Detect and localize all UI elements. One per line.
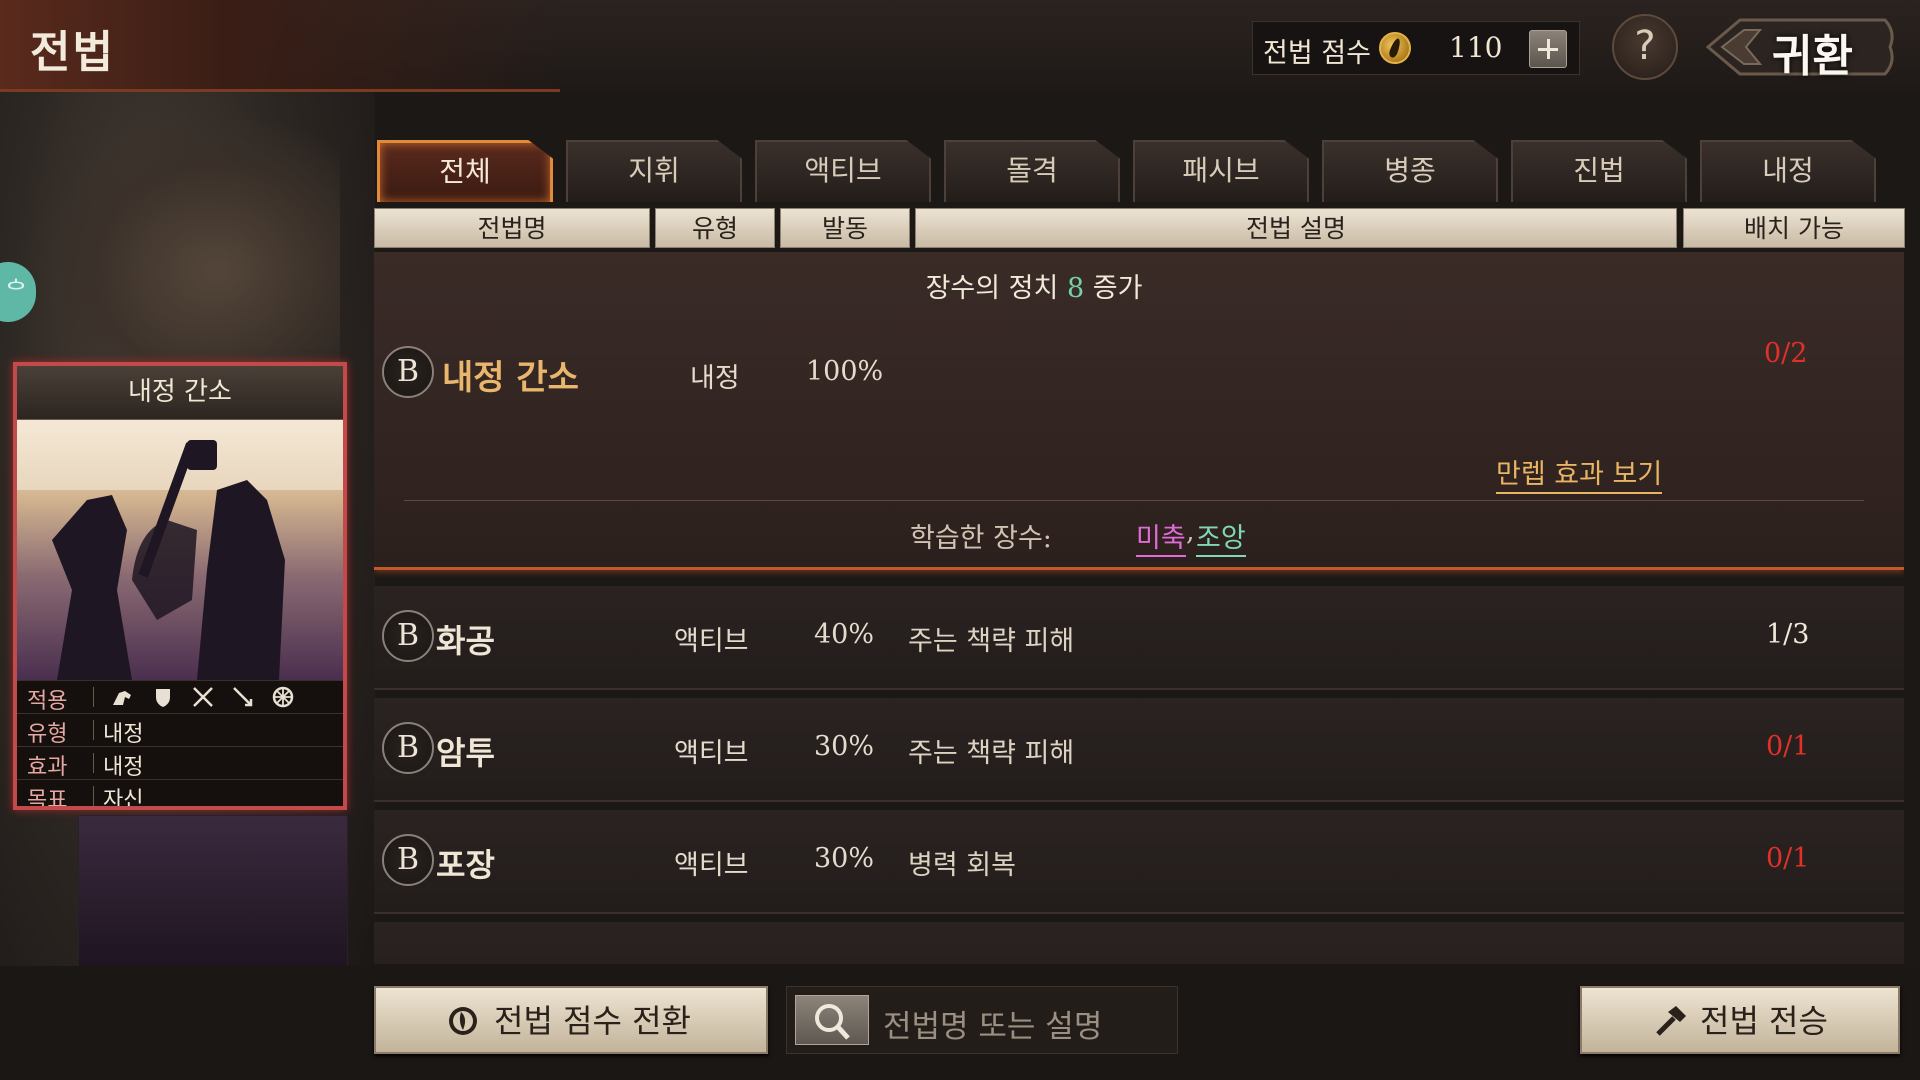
tab-command[interactable]: 지휘 [566, 140, 742, 202]
score-box: 전법 점수 110 [1252, 21, 1580, 75]
convert-score-label: 전법 점수 전환 [494, 1002, 691, 1040]
grade-badge: B [382, 610, 434, 662]
page-title: 전법 [30, 27, 115, 78]
hammer-icon [1656, 1006, 1686, 1036]
column-deployable-header[interactable]: 배치 가능 [1683, 208, 1905, 248]
back-button[interactable]: 귀환 [1700, 12, 1900, 82]
top-bar: 전법 전법 점수 110 ? 귀환 [0, 0, 1920, 92]
archer-icon [233, 687, 253, 707]
desc-prefix: 장수의 정치 [925, 273, 1059, 304]
help-button[interactable]: ? [1612, 14, 1678, 80]
convert-score-button[interactable]: 전법 점수 전환 [374, 986, 768, 1054]
stat-type-label: 유형 [27, 722, 68, 747]
tab-formation[interactable]: 진법 [1511, 140, 1687, 202]
inherit-skill-label: 전법 전승 [1700, 1002, 1828, 1040]
skill-rate: 30% [814, 843, 875, 874]
stat-row-target: 목표 자신 [17, 779, 343, 810]
score-value: 110 [1449, 31, 1503, 64]
learned-separator: , [1186, 516, 1195, 547]
crossed-swords-icon [193, 687, 213, 707]
skill-type: 액티브 [674, 626, 749, 657]
search-box[interactable]: 전법명 또는 설명 [786, 986, 1178, 1054]
stat-row-apply: 적용 [17, 680, 343, 714]
inherit-skill-button[interactable]: 전법 전승 [1580, 986, 1900, 1054]
score-label: 전법 점수 [1263, 38, 1371, 69]
stat-type-value: 내정 [103, 722, 144, 747]
skill-row[interactable]: B 포장 액티브 30% 병력 회복 0/1 [374, 810, 1904, 914]
column-trigger-header[interactable]: 발동 [780, 208, 910, 248]
tab-all[interactable]: 전체 [377, 140, 553, 202]
max-level-effect-link[interactable]: 만렙 효과 보기 [1496, 452, 1663, 494]
learned-general-link[interactable]: 조앙 [1196, 516, 1246, 557]
stat-apply-label: 적용 [27, 689, 68, 714]
skill-row[interactable]: B 화공 액티브 40% 주는 책략 피해 1/3 [374, 586, 1904, 690]
divider [404, 500, 1864, 501]
stat-target-value: 자신 [103, 788, 144, 810]
grade-badge: B [382, 346, 434, 398]
skill-type: 내정 [690, 363, 740, 394]
skill-count: 0/2 [1764, 338, 1808, 369]
skill-count: 0/1 [1766, 731, 1810, 762]
title-area: 전법 [0, 0, 560, 92]
card-art-silhouette [17, 420, 343, 680]
column-name-header[interactable]: 전법명 [374, 208, 650, 248]
shield-icon [156, 689, 170, 707]
back-label: 귀환 [1772, 31, 1853, 82]
skill-type: 액티브 [674, 850, 749, 881]
stat-effect-label: 효과 [27, 755, 68, 780]
stat-separator [93, 753, 94, 773]
cavalry-icon [113, 691, 131, 705]
skill-row-expanded[interactable]: 장수의 정치 8 증가 B 내정 간소 내정 100% 0/2 만렙 효과 보기… [374, 252, 1904, 570]
stat-effect-value: 내정 [103, 755, 144, 780]
stat-row-type: 유형 내정 [17, 713, 343, 747]
search-button[interactable] [795, 995, 869, 1045]
skill-name: 포장 [436, 846, 495, 884]
skill-list: 장수의 정치 8 증가 B 내정 간소 내정 100% 0/2 만렙 효과 보기… [374, 252, 1904, 964]
skill-name: 암투 [436, 734, 495, 772]
desc-suffix: 증가 [1092, 273, 1143, 304]
tab-troop[interactable]: 병종 [1322, 140, 1498, 202]
score-coin-icon [1379, 32, 1411, 64]
stat-separator [93, 687, 94, 707]
skill-row-partial[interactable] [374, 922, 1904, 964]
card-title: 내정 간소 [17, 366, 343, 420]
search-icon [815, 1004, 850, 1040]
skill-rate: 30% [814, 731, 875, 762]
tab-passive[interactable]: 패시브 [1133, 140, 1309, 202]
skill-description: 주는 책략 피해 [908, 626, 1075, 657]
stat-separator [93, 786, 94, 806]
column-description-header: 전법 설명 [915, 208, 1677, 248]
stat-target-label: 목표 [27, 788, 68, 810]
learned-generals-label: 학습한 장수: [910, 523, 1052, 554]
skill-name: 화공 [436, 622, 495, 660]
skill-count: 0/1 [1766, 843, 1810, 874]
wheel-icon [272, 686, 294, 708]
desc-number: 8 [1066, 273, 1085, 304]
skill-description: 장수의 정치 8 증가 [374, 266, 1694, 305]
skill-count: 1/3 [1766, 619, 1810, 650]
tab-assault[interactable]: 돌격 [944, 140, 1120, 202]
skill-card: 내정 간소 적용 유형 내정 효과 내정 목표 자신 [13, 362, 347, 810]
skill-name: 내정 간소 [442, 358, 579, 398]
tab-active[interactable]: 액티브 [755, 140, 931, 202]
tab-domestic[interactable]: 내정 [1700, 140, 1876, 202]
skill-row[interactable]: B 암투 액티브 30% 주는 책략 피해 0/1 [374, 698, 1904, 802]
learned-general-link[interactable]: 미축 [1136, 516, 1186, 557]
stat-separator [93, 720, 94, 740]
skill-rate: 40% [814, 619, 875, 650]
grade-badge: B [382, 722, 434, 774]
grade-badge: B [382, 834, 434, 886]
skill-type: 액티브 [674, 738, 749, 769]
stat-row-effect: 효과 내정 [17, 746, 343, 780]
skill-description: 병력 회복 [908, 850, 1016, 881]
skill-rate: 100% [806, 356, 884, 387]
card-illustration [17, 420, 343, 680]
column-type-header[interactable]: 유형 [655, 208, 775, 248]
add-score-button[interactable] [1529, 30, 1567, 68]
skill-description: 주는 책략 피해 [908, 738, 1075, 769]
card-stack-shadow [78, 815, 348, 970]
card-stats: 적용 유형 내정 효과 내정 목표 자신 [17, 680, 343, 810]
search-placeholder: 전법명 또는 설명 [883, 1009, 1103, 1045]
coin-icon [449, 1007, 477, 1035]
